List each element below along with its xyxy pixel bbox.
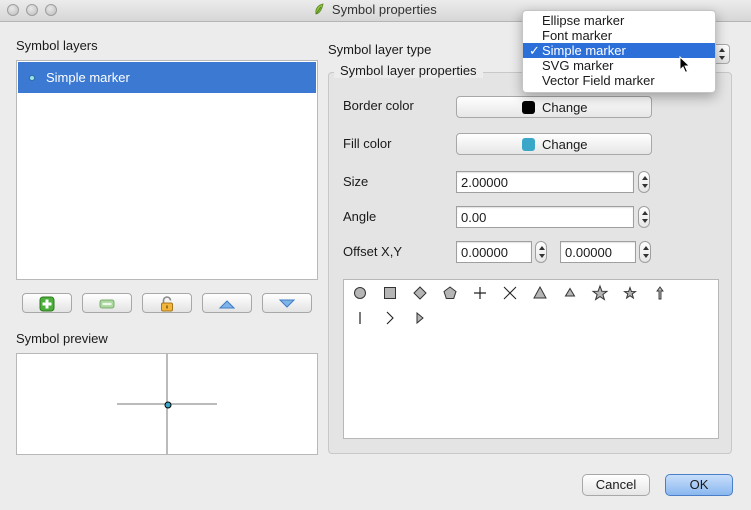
pentagon-shape-icon[interactable] (440, 283, 460, 303)
fill-color-swatch (522, 138, 535, 151)
star-shape-icon[interactable] (590, 283, 610, 303)
window-title: Symbol properties (331, 2, 437, 17)
size-input[interactable]: 2.00000 (456, 171, 634, 193)
stepper-arrows-icon (539, 246, 545, 258)
offset-x-stepper[interactable] (535, 241, 547, 263)
equilateral-triangle-shape-icon[interactable] (560, 283, 580, 303)
symbol-layers-list[interactable]: Simple marker (16, 60, 318, 280)
stepper-arrows-icon (643, 246, 649, 258)
marker-dot-icon (29, 75, 35, 81)
symbol-layers-label: Symbol layers (16, 38, 98, 53)
square-shape-icon[interactable] (380, 283, 400, 303)
lock-layer-button[interactable] (142, 293, 192, 313)
cancel-button[interactable]: Cancel (582, 474, 650, 496)
symbol-layer-item[interactable]: Simple marker (18, 62, 316, 93)
updown-arrows-icon (719, 48, 725, 60)
stepper-arrows-icon (642, 211, 648, 223)
border-color-swatch (522, 101, 535, 114)
mouse-cursor-icon (679, 56, 691, 74)
fill-color-button[interactable]: Change (456, 133, 652, 155)
size-label: Size (343, 174, 369, 189)
offset-y-input[interactable]: 0.00000 (560, 241, 636, 263)
x-shape-icon[interactable] (500, 283, 520, 303)
arrow-shape-icon[interactable] (650, 283, 670, 303)
move-down-button[interactable] (262, 293, 312, 313)
size-stepper[interactable] (638, 171, 650, 193)
layer-type-dropdown-menu[interactable]: Ellipse marker Font marker ✓ Simple mark… (522, 10, 716, 93)
dropdown-item-label: Font marker (542, 28, 613, 43)
marker-shapes-panel[interactable] (343, 279, 719, 439)
symbol-preview-label: Symbol preview (16, 331, 108, 346)
layer-type-combo-arrow[interactable] (716, 44, 730, 64)
offset-label: Offset X,Y (343, 244, 403, 259)
fill-color-button-label: Change (542, 137, 588, 152)
dropdown-item-ellipse-marker[interactable]: Ellipse marker (523, 13, 715, 28)
remove-icon (99, 299, 115, 309)
layer-properties-title: Symbol layer properties (334, 63, 483, 78)
offset-y-stepper[interactable] (639, 241, 651, 263)
filled-arrowhead-shape-icon[interactable] (410, 308, 430, 328)
arrowhead-shape-icon[interactable] (380, 308, 400, 328)
fill-color-label: Fill color (343, 136, 392, 151)
offset-x-input[interactable]: 0.00000 (456, 241, 532, 263)
lock-icon (161, 296, 173, 312)
dropdown-item-label: SVG marker (542, 58, 614, 73)
ok-button[interactable]: OK (665, 474, 733, 496)
add-icon (39, 296, 55, 312)
dropdown-item-font-marker[interactable]: Font marker (523, 28, 715, 43)
line-shape-icon[interactable] (350, 308, 370, 328)
symbol-layer-item-label: Simple marker (46, 70, 130, 85)
app-leaf-icon (315, 3, 324, 15)
symbol-preview-canvas (16, 353, 318, 455)
move-up-button[interactable] (202, 293, 252, 313)
dropdown-item-label: Simple marker (542, 43, 626, 58)
border-color-button-label: Change (542, 100, 588, 115)
regular-star-shape-icon[interactable] (620, 283, 640, 303)
dropdown-item-label: Vector Field marker (542, 73, 655, 88)
diamond-shape-icon[interactable] (410, 283, 430, 303)
add-layer-button[interactable] (22, 293, 72, 313)
circle-shape-icon[interactable] (350, 283, 370, 303)
checkmark-icon: ✓ (529, 43, 540, 58)
cross-shape-icon[interactable] (470, 283, 490, 303)
triangle-shape-icon[interactable] (530, 283, 550, 303)
stepper-arrows-icon (642, 176, 648, 188)
border-color-label: Border color (343, 98, 414, 113)
move-up-icon (219, 300, 235, 309)
border-color-button[interactable]: Change (456, 96, 652, 118)
dropdown-item-label: Ellipse marker (542, 13, 625, 28)
remove-layer-button[interactable] (82, 293, 132, 313)
move-down-icon (279, 299, 295, 308)
layer-type-label: Symbol layer type (328, 42, 432, 57)
angle-label: Angle (343, 209, 377, 224)
angle-stepper[interactable] (638, 206, 650, 228)
dropdown-item-vector-field-marker[interactable]: Vector Field marker (523, 73, 715, 88)
angle-input[interactable]: 0.00 (456, 206, 634, 228)
preview-marker-graphic (117, 354, 217, 454)
